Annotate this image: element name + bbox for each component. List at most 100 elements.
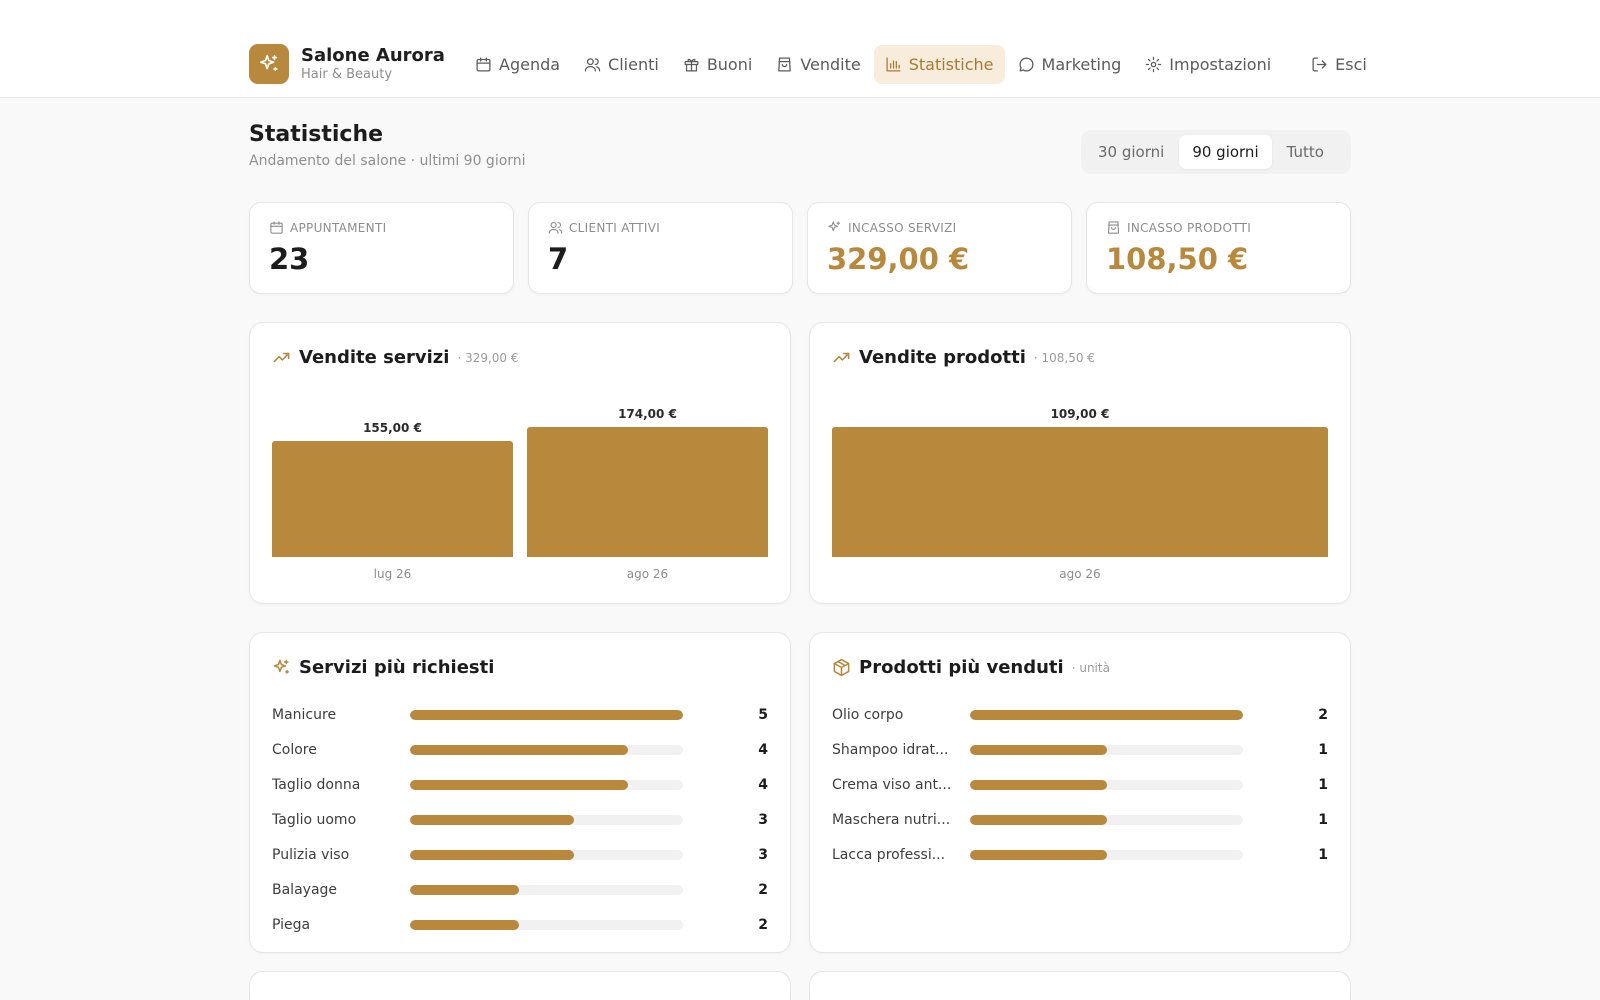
- nav-item-label: Statistiche: [908, 55, 994, 74]
- nav-item-esci[interactable]: Esci: [1300, 45, 1378, 84]
- progress-fill: [970, 814, 1107, 825]
- users-icon: [584, 58, 601, 72]
- products-sales-card: Vendite prodotti · 108,50 € 109,00 € ago …: [809, 322, 1351, 604]
- item-count: 1: [1318, 811, 1328, 828]
- progress-track: [410, 884, 683, 895]
- item-name: Manicure: [272, 706, 337, 723]
- kpi-label: APPUNTAMENTI: [290, 220, 387, 235]
- progress-fill: [410, 709, 683, 720]
- progress-fill: [410, 779, 629, 790]
- nav-item-label: Impostazioni: [1169, 55, 1272, 74]
- progress-track: [410, 919, 683, 930]
- item-name: Piega: [272, 916, 311, 933]
- card-note: · unità: [1071, 660, 1110, 675]
- progress-track: [410, 744, 683, 755]
- bar-value-label: 109,00 €: [1050, 407, 1110, 421]
- brand-subtitle: Hair & Beauty: [301, 67, 393, 82]
- progress-fill: [410, 744, 629, 755]
- list-item: Lacca professi... 1: [832, 837, 1328, 872]
- progress-fill: [410, 849, 574, 860]
- kpi-label: INCASSO PRODOTTI: [1127, 220, 1252, 235]
- nav-item-label: Buoni: [706, 55, 753, 74]
- trending-up-icon: [273, 352, 290, 363]
- progress-fill: [970, 744, 1107, 755]
- progress-fill: [970, 709, 1243, 720]
- progress-track: [970, 744, 1243, 755]
- gear-icon: [1146, 56, 1162, 73]
- bar[interactable]: [272, 441, 513, 557]
- card-title: Vendite prodotti: [859, 347, 1026, 368]
- list-item: Olio corpo 2: [832, 697, 1328, 732]
- nav-item-buoni[interactable]: Buoni: [672, 45, 764, 84]
- range-30-days-button[interactable]: 30 giorni: [1085, 135, 1177, 169]
- bar[interactable]: [832, 427, 1328, 557]
- item-name: Taglio donna: [272, 776, 361, 793]
- top-bar: Salone Aurora Hair & Beauty Agenda Clien…: [0, 0, 1600, 98]
- gift-icon: [684, 58, 699, 72]
- list-item: Balayage 2: [272, 872, 768, 907]
- package-icon: [833, 658, 850, 677]
- bar-category-label: ago 26: [626, 567, 669, 581]
- item-name: Balayage: [272, 881, 338, 898]
- item-count: 1: [1318, 846, 1328, 863]
- nav-item-agenda[interactable]: Agenda: [464, 45, 571, 84]
- brand-name: Salone Aurora: [301, 45, 445, 66]
- kpi-services-revenue: INCASSO SERVIZI 329,00 €: [807, 202, 1072, 294]
- item-name: Taglio uomo: [272, 811, 357, 828]
- nav-item-marketing[interactable]: Marketing: [1007, 45, 1133, 84]
- item-count: 1: [1318, 741, 1328, 758]
- card-title: Prodotti più venduti: [859, 657, 1064, 678]
- progress-track: [970, 709, 1243, 720]
- bar-chart-icon: [886, 57, 901, 72]
- main-nav: Agenda Clienti Buoni Vendite Statistiche…: [464, 45, 1380, 84]
- kpi-appointments: APPUNTAMENTI 23: [249, 202, 514, 294]
- range-all-button[interactable]: Tutto: [1274, 135, 1337, 169]
- bar-column: 174,00 € ago 26: [527, 387, 768, 583]
- progress-track: [410, 849, 683, 860]
- kpi-label: CLIENTI ATTIVI: [569, 220, 661, 235]
- progress-track: [970, 849, 1243, 860]
- bar-category-label: lug 26: [373, 567, 412, 581]
- item-count: 3: [758, 811, 768, 828]
- list-item: Taglio uomo 3: [272, 802, 768, 837]
- item-count: 2: [1318, 706, 1328, 723]
- item-name: Shampoo idrat...: [832, 741, 949, 758]
- bar-value-label: 155,00 €: [363, 421, 422, 435]
- trending-up-icon: [833, 352, 850, 363]
- progress-track: [410, 779, 683, 790]
- list-item: Taglio donna 4: [272, 767, 768, 802]
- item-count: 4: [758, 776, 768, 793]
- item-count: 1: [1318, 776, 1328, 793]
- kpi-active-clients: CLIENTI ATTIVI 7: [528, 202, 793, 294]
- nav-item-clienti[interactable]: Clienti: [573, 45, 670, 84]
- list-item: Maschera nutri... 1: [832, 802, 1328, 837]
- top-services-list: Manicure 5 Colore 4 Taglio donna 4 Taglio uomo…: [272, 697, 768, 942]
- brand[interactable]: Salone Aurora Hair & Beauty: [249, 44, 445, 84]
- bar-column: 109,00 € ago 26: [832, 387, 1328, 583]
- progress-track: [970, 814, 1243, 825]
- list-item: Manicure 5: [272, 697, 768, 732]
- item-name: Crema viso ant...: [832, 776, 952, 793]
- kpi-value: 7: [548, 242, 569, 276]
- item-name: Maschera nutri...: [832, 811, 951, 828]
- nav-item-vendite[interactable]: Vendite: [765, 45, 871, 84]
- bar[interactable]: [527, 427, 768, 557]
- kpi-products-revenue: INCASSO PRODOTTI 108,50 €: [1086, 202, 1351, 294]
- item-count: 3: [758, 846, 768, 863]
- range-selector: 30 giorni 90 giorni Tutto: [1081, 130, 1351, 174]
- progress-track: [410, 814, 683, 825]
- range-90-days-button[interactable]: 90 giorni: [1179, 135, 1272, 169]
- progress-track: [970, 779, 1243, 790]
- card-note: · 329,00 €: [457, 350, 519, 365]
- nav-item-impostazioni[interactable]: Impostazioni: [1134, 45, 1282, 84]
- page-subtitle: Andamento del salone · ultimi 90 giorni: [249, 153, 526, 169]
- item-count: 5: [758, 706, 768, 723]
- item-name: Olio corpo: [832, 706, 904, 723]
- shopping-bag-icon: [1107, 221, 1120, 234]
- next-card-left: [249, 971, 791, 1000]
- shopping-bag-icon: [778, 57, 792, 72]
- nav-item-statistiche[interactable]: Statistiche: [873, 45, 1005, 84]
- top-services-card: Servizi più richiesti Manicure 5 Colore 4 Ta…: [249, 632, 791, 953]
- page-title: Statistiche: [249, 122, 384, 147]
- bar-value-label: 174,00 €: [618, 407, 677, 421]
